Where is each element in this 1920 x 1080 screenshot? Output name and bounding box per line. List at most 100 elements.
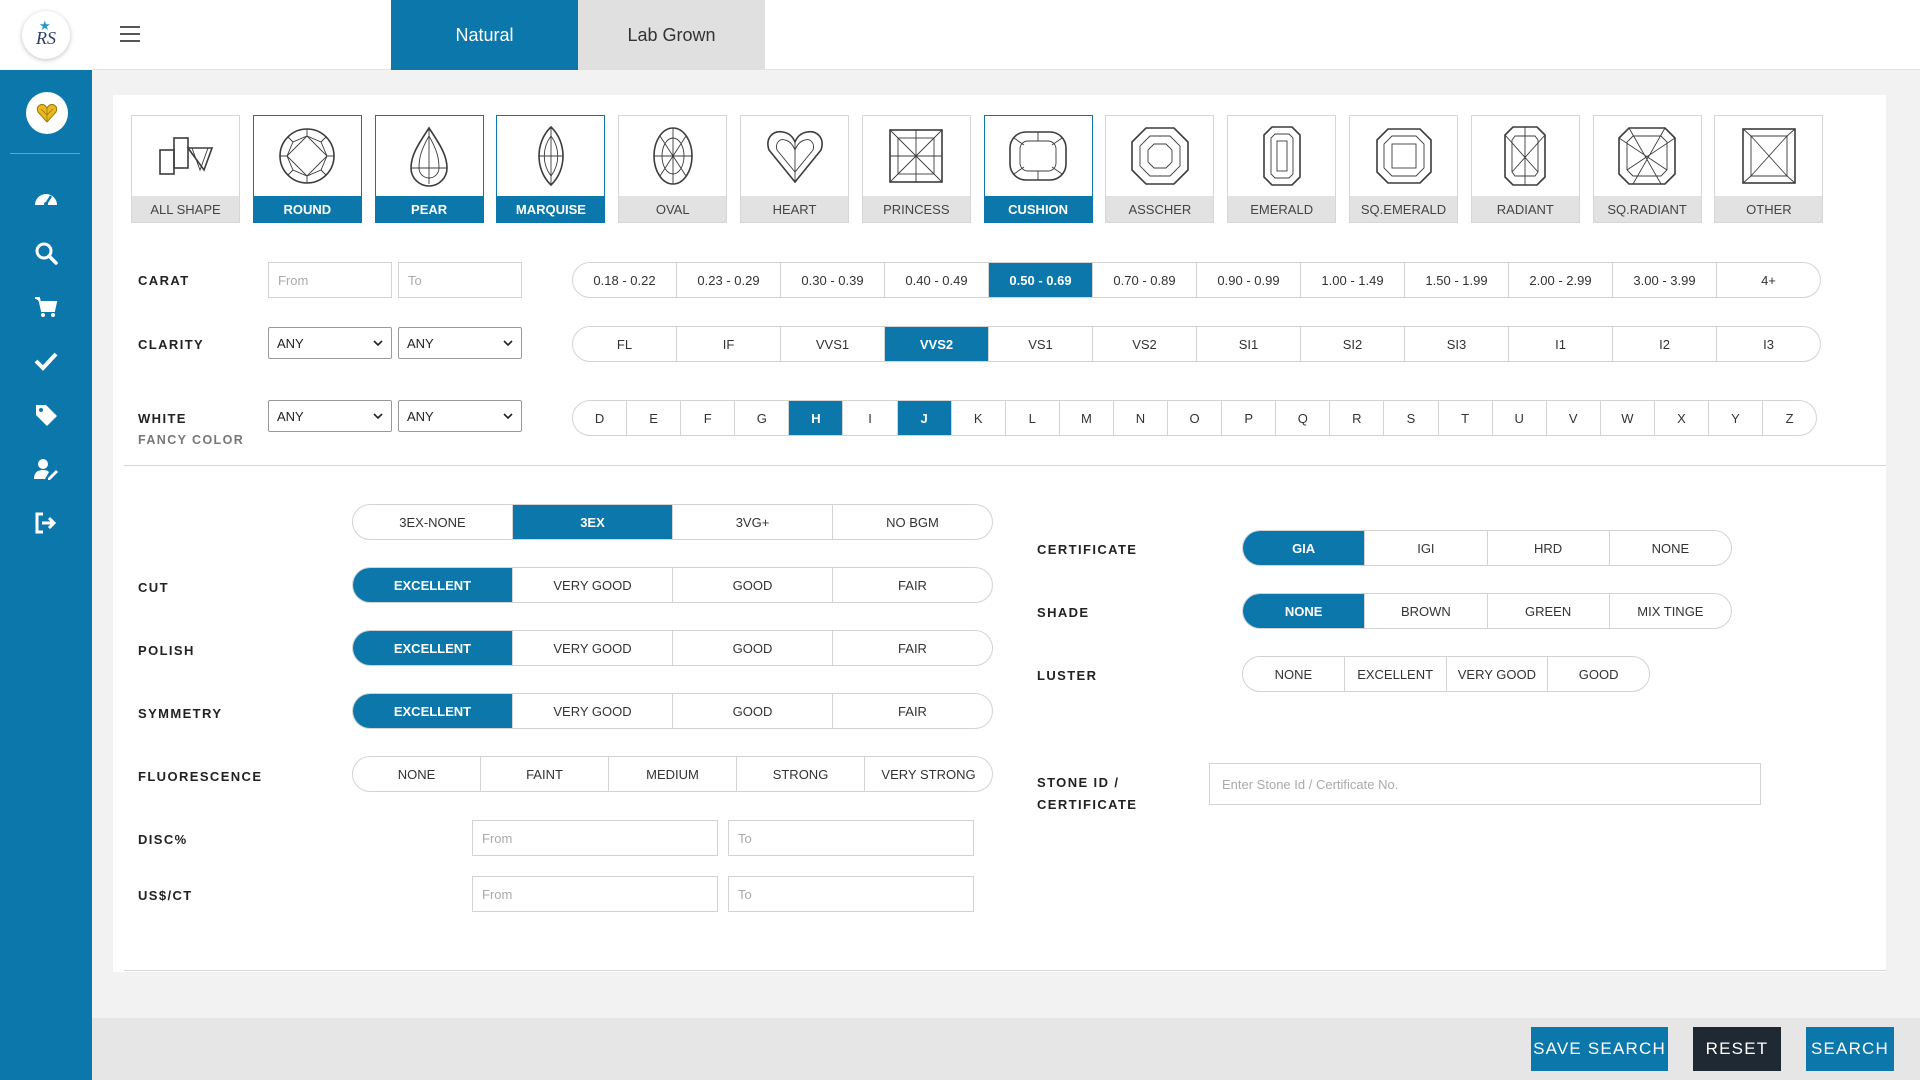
certificate-option-none[interactable]: NONE — [1610, 531, 1731, 565]
clarity-option-fl[interactable]: FL — [573, 327, 677, 361]
logout-icon[interactable] — [30, 507, 62, 539]
cut-preset-option-3ex[interactable]: 3EX — [513, 505, 673, 539]
color-option-z[interactable]: Z — [1763, 401, 1816, 435]
shape-other[interactable]: OTHER — [1714, 115, 1824, 223]
carat-range-3-00-3-99[interactable]: 3.00 - 3.99 — [1613, 263, 1717, 297]
menu-icon[interactable] — [120, 26, 140, 44]
symmetry-option-good[interactable]: GOOD — [673, 694, 833, 728]
color-to-select[interactable]: ANY — [398, 400, 522, 432]
color-option-y[interactable]: Y — [1709, 401, 1764, 435]
carat-range-0-90-0-99[interactable]: 0.90 - 0.99 — [1197, 263, 1301, 297]
shape-asscher[interactable]: ASSCHER — [1105, 115, 1215, 223]
color-option-j[interactable]: J — [897, 401, 952, 435]
clarity-option-vvs1[interactable]: VVS1 — [781, 327, 885, 361]
shape-all-shape[interactable]: ALL SHAPE — [131, 115, 240, 223]
shape-radiant[interactable]: RADIANT — [1470, 115, 1580, 223]
reset-button[interactable]: RESET — [1693, 1027, 1781, 1071]
certificate-option-igi[interactable]: IGI — [1365, 531, 1488, 565]
color-option-f[interactable]: F — [681, 401, 736, 435]
color-option-m[interactable]: M — [1060, 401, 1114, 435]
shape-sq-emerald[interactable]: SQ.EMERALD — [1349, 115, 1458, 223]
stone-id-input[interactable]: Enter Stone Id / Certificate No. — [1209, 763, 1761, 805]
color-option-r[interactable]: R — [1330, 401, 1385, 435]
cut-option-good[interactable]: GOOD — [673, 568, 833, 602]
clarity-to-select[interactable]: ANY — [398, 327, 522, 359]
shape-pear[interactable]: PEAR — [374, 115, 484, 223]
cut-preset-option-3vg[interactable]: 3VG+ — [673, 505, 833, 539]
shape-princess[interactable]: PRINCESS — [861, 115, 971, 223]
carat-range-0-23-0-29[interactable]: 0.23 - 0.29 — [677, 263, 781, 297]
carat-range-4+[interactable]: 4+ — [1717, 263, 1820, 297]
color-option-u[interactable]: U — [1493, 401, 1547, 435]
fluorescence-option-medium[interactable]: MEDIUM — [609, 757, 737, 791]
color-option-h[interactable]: H — [789, 401, 844, 435]
shape-sq-radiant[interactable]: SQ.RADIANT — [1592, 115, 1702, 223]
luster-option-none[interactable]: NONE — [1243, 657, 1345, 691]
carat-from-input[interactable]: From — [268, 262, 392, 298]
shape-round[interactable]: ROUND — [252, 115, 362, 223]
polish-option-very-good[interactable]: VERY GOOD — [513, 631, 673, 665]
fluorescence-option-strong[interactable]: STRONG — [737, 757, 865, 791]
carat-range-2-00-2-99[interactable]: 2.00 - 2.99 — [1509, 263, 1613, 297]
tab-lab-grown[interactable]: Lab Grown — [578, 0, 765, 70]
shape-cushion[interactable]: CUSHION — [983, 115, 1093, 223]
carat-range-0-70-0-89[interactable]: 0.70 - 0.89 — [1093, 263, 1197, 297]
color-option-k[interactable]: K — [952, 401, 1006, 435]
certificate-option-gia[interactable]: GIA — [1243, 531, 1366, 565]
shade-option-brown[interactable]: BROWN — [1365, 594, 1488, 628]
fancy-color-label[interactable]: FANCY COLOR — [138, 433, 244, 447]
tab-natural[interactable]: Natural — [391, 0, 578, 70]
shade-option-mix-tinge[interactable]: MIX TINGE — [1610, 594, 1731, 628]
color-option-q[interactable]: Q — [1276, 401, 1331, 435]
clarity-from-select[interactable]: ANY — [268, 327, 392, 359]
color-option-s[interactable]: S — [1384, 401, 1439, 435]
carat-range-0-18-0-22[interactable]: 0.18 - 0.22 — [573, 263, 677, 297]
dashboard-icon[interactable] — [30, 183, 62, 215]
symmetry-option-very-good[interactable]: VERY GOOD — [513, 694, 673, 728]
shape-heart[interactable]: HEART — [740, 115, 849, 223]
polish-option-fair[interactable]: FAIR — [833, 631, 992, 665]
cut-option-very-good[interactable]: VERY GOOD — [513, 568, 673, 602]
color-option-x[interactable]: X — [1655, 401, 1709, 435]
color-option-p[interactable]: P — [1222, 401, 1277, 435]
color-option-i[interactable]: I — [843, 401, 898, 435]
clarity-option-if[interactable]: IF — [677, 327, 781, 361]
symmetry-option-fair[interactable]: FAIR — [833, 694, 992, 728]
shade-option-none[interactable]: NONE — [1243, 594, 1366, 628]
clarity-option-vvs2[interactable]: VVS2 — [885, 327, 989, 361]
tag-icon[interactable] — [30, 399, 62, 431]
carat-range-0-30-0-39[interactable]: 0.30 - 0.39 — [781, 263, 885, 297]
search-icon[interactable] — [30, 237, 62, 269]
avatar[interactable] — [26, 92, 68, 134]
clarity-option-si3[interactable]: SI3 — [1405, 327, 1509, 361]
color-option-w[interactable]: W — [1601, 401, 1655, 435]
clarity-option-i3[interactable]: I3 — [1717, 327, 1820, 361]
clarity-option-si1[interactable]: SI1 — [1197, 327, 1301, 361]
user-edit-icon[interactable] — [30, 453, 62, 485]
luster-option-good[interactable]: GOOD — [1548, 657, 1649, 691]
symmetry-option-excellent[interactable]: EXCELLENT — [353, 694, 513, 728]
shape-emerald[interactable]: EMERALD — [1227, 115, 1337, 223]
clarity-option-vs2[interactable]: VS2 — [1093, 327, 1197, 361]
search-button[interactable]: SEARCH — [1806, 1027, 1894, 1071]
luster-option-very-good[interactable]: VERY GOOD — [1447, 657, 1549, 691]
color-option-t[interactable]: T — [1439, 401, 1493, 435]
color-option-n[interactable]: N — [1114, 401, 1169, 435]
clarity-option-i2[interactable]: I2 — [1613, 327, 1717, 361]
check-icon[interactable] — [30, 345, 62, 377]
color-option-d[interactable]: D — [573, 401, 628, 435]
certificate-option-hrd[interactable]: HRD — [1488, 531, 1610, 565]
usct-to-input[interactable]: To — [728, 876, 974, 912]
logo[interactable]: ★ RS — [22, 11, 70, 59]
fluorescence-option-faint[interactable]: FAINT — [481, 757, 609, 791]
color-option-e[interactable]: E — [627, 401, 682, 435]
carat-range-1-00-1-49[interactable]: 1.00 - 1.49 — [1301, 263, 1405, 297]
usct-from-input[interactable]: From — [472, 876, 718, 912]
cart-icon[interactable] — [30, 291, 62, 323]
disc-to-input[interactable]: To — [728, 820, 974, 856]
color-option-o[interactable]: O — [1168, 401, 1223, 435]
polish-option-excellent[interactable]: EXCELLENT — [353, 631, 513, 665]
fluorescence-option-none[interactable]: NONE — [353, 757, 481, 791]
save-search-button[interactable]: SAVE SEARCH — [1531, 1027, 1668, 1071]
cut-preset-option-no-bgm[interactable]: NO BGM — [833, 505, 992, 539]
